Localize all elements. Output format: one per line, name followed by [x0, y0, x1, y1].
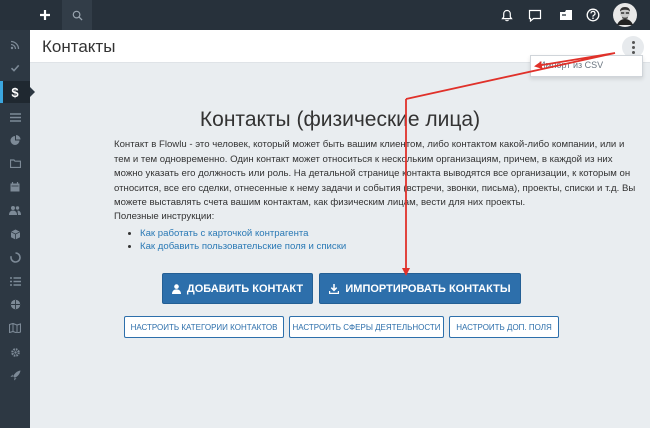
add-contact-button[interactable]: ДОБАВИТЬ КОНТАКТ: [162, 273, 313, 304]
import-contacts-label: ИМПОРТИРОВАТЬ КОНТАКТЫ: [345, 282, 511, 295]
sidebar-item-knowledge[interactable]: [0, 293, 30, 315]
spinner-icon: [9, 251, 21, 263]
sidebar-item-launch[interactable]: [0, 364, 30, 386]
help-links: Как работать с карточкой контрагента Как…: [128, 227, 346, 253]
pie-chart-icon: [10, 134, 20, 145]
avatar: [613, 3, 637, 27]
main-content: Контакты (физические лица) Контакт в Flo…: [30, 64, 650, 428]
sidebar-item-tasks[interactable]: [0, 57, 30, 79]
tasks-icon: [9, 276, 21, 286]
bell-icon: [501, 9, 513, 21]
inbox-button[interactable]: [555, 0, 577, 30]
main-title: Контакты (физические лица): [199, 108, 481, 131]
list-icon: [9, 112, 21, 122]
globe-icon: [10, 299, 20, 309]
more-vertical-icon: [631, 40, 635, 44]
chat-icon: [528, 9, 542, 22]
search-icon: [72, 10, 83, 21]
box-icon: [10, 229, 20, 239]
sidebar-item-products[interactable]: [0, 223, 30, 245]
search-button[interactable]: [62, 0, 92, 30]
sidebar-item-crm[interactable]: $: [0, 81, 35, 103]
import-contacts-button[interactable]: ИМПОРТИРОВАТЬ КОНТАКТЫ: [319, 273, 521, 304]
list-item: Как добавить пользовательские поля и спи…: [128, 240, 346, 253]
messages-button[interactable]: [524, 0, 546, 30]
sidebar-item-calendar[interactable]: [0, 176, 30, 198]
config-custom-fields-button[interactable]: НАСТРОИТЬ ДОП. ПОЛЯ: [449, 316, 559, 338]
description-text: Контакт в Flowlu - это человек, который …: [114, 139, 636, 208]
help-icon: [586, 8, 600, 22]
sidebar-item-list[interactable]: [0, 106, 30, 128]
user-avatar[interactable]: [612, 0, 638, 30]
folder-icon: [9, 158, 21, 168]
top-bar: [0, 0, 650, 30]
sidebar-item-map[interactable]: [0, 317, 30, 339]
link-custom-fields[interactable]: Как добавить пользовательские поля и спи…: [140, 241, 346, 252]
add-button[interactable]: [30, 0, 60, 30]
sidebar-item-feed[interactable]: [0, 34, 30, 56]
inbox-icon: [560, 10, 572, 20]
sidebar-item-team[interactable]: [0, 199, 30, 221]
sidebar-item-settings[interactable]: [0, 341, 30, 363]
page-title: Контакты: [42, 37, 116, 56]
config-industries-button[interactable]: НАСТРОИТЬ СФЕРЫ ДЕЯТЕЛЬНОСТИ: [289, 316, 444, 338]
sidebar-item-agile[interactable]: [0, 270, 30, 292]
plus-icon: [40, 10, 50, 20]
dollar-icon: $: [11, 84, 19, 100]
help-button[interactable]: [582, 0, 604, 30]
download-icon: [329, 283, 340, 294]
users-icon: [9, 206, 21, 215]
sidebar-item-processes[interactable]: [0, 246, 30, 268]
list-item: Как работать с карточкой контрагента: [128, 227, 346, 240]
sidebar: $: [0, 30, 35, 428]
config-contact-categories-button[interactable]: НАСТРОИТЬ КАТЕГОРИИ КОНТАКТОВ: [124, 316, 284, 338]
sidebar-item-documents[interactable]: [0, 152, 30, 174]
notifications-button[interactable]: [496, 0, 518, 30]
calendar-icon: [10, 182, 20, 192]
rss-icon: [10, 40, 20, 50]
user-icon: [171, 283, 181, 294]
sidebar-item-reports[interactable]: [0, 129, 30, 151]
map-icon: [9, 323, 21, 333]
help-title: Полезные инструкции:: [114, 211, 215, 222]
add-contact-label: ДОБАВИТЬ КОНТАКТ: [186, 282, 304, 295]
gear-icon: [10, 347, 20, 357]
link-counterparty-card[interactable]: Как работать с карточкой контрагента: [140, 228, 309, 239]
check-icon: [10, 64, 20, 72]
rocket-icon: [10, 370, 20, 380]
